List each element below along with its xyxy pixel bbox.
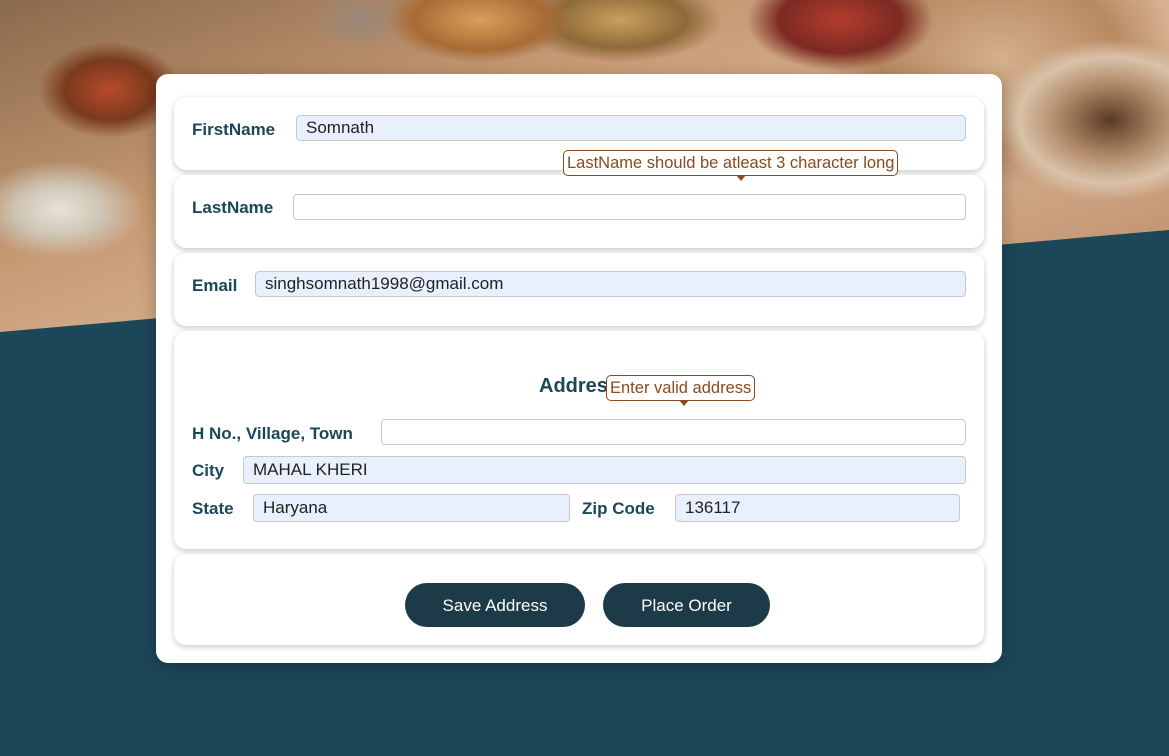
address-error-text: Enter valid address — [610, 379, 752, 397]
house-input[interactable] — [381, 419, 966, 445]
address-section: Address H No., Village, Town City MAHAL … — [174, 331, 984, 549]
first-name-input[interactable]: Somnath — [296, 115, 966, 141]
email-label: Email — [192, 276, 238, 295]
zip-input[interactable]: 136117 — [675, 494, 960, 522]
actions-section: Save Address Place Order — [174, 554, 984, 645]
tooltip-arrow-icon — [736, 175, 746, 181]
last-name-section: LastName — [174, 175, 984, 248]
house-label: H No., Village, Town — [192, 424, 353, 443]
state-label: State — [192, 499, 234, 518]
city-input[interactable]: MAHAL KHERI — [243, 456, 966, 484]
last-name-error-text: LastName should be atleast 3 character l… — [567, 154, 895, 172]
first-name-label: FirstName — [192, 120, 276, 139]
tooltip-arrow-icon — [679, 400, 689, 406]
zip-label: Zip Code — [582, 499, 655, 518]
email-input[interactable]: singhsomnath1998@gmail.com — [255, 271, 966, 297]
state-input[interactable]: Haryana — [253, 494, 570, 522]
place-order-button[interactable]: Place Order — [603, 583, 770, 627]
last-name-input[interactable] — [293, 194, 966, 220]
last-name-error-tooltip: LastName should be atleast 3 character l… — [563, 150, 899, 181]
last-name-label: LastName — [192, 198, 274, 217]
checkout-form-card: FirstName Somnath LastName LastName shou… — [156, 74, 1002, 663]
address-error-tooltip: Enter valid address — [606, 375, 756, 406]
email-section: Email singhsomnath1998@gmail.com — [174, 253, 984, 326]
save-address-button[interactable]: Save Address — [405, 583, 585, 627]
city-label: City — [192, 461, 225, 480]
